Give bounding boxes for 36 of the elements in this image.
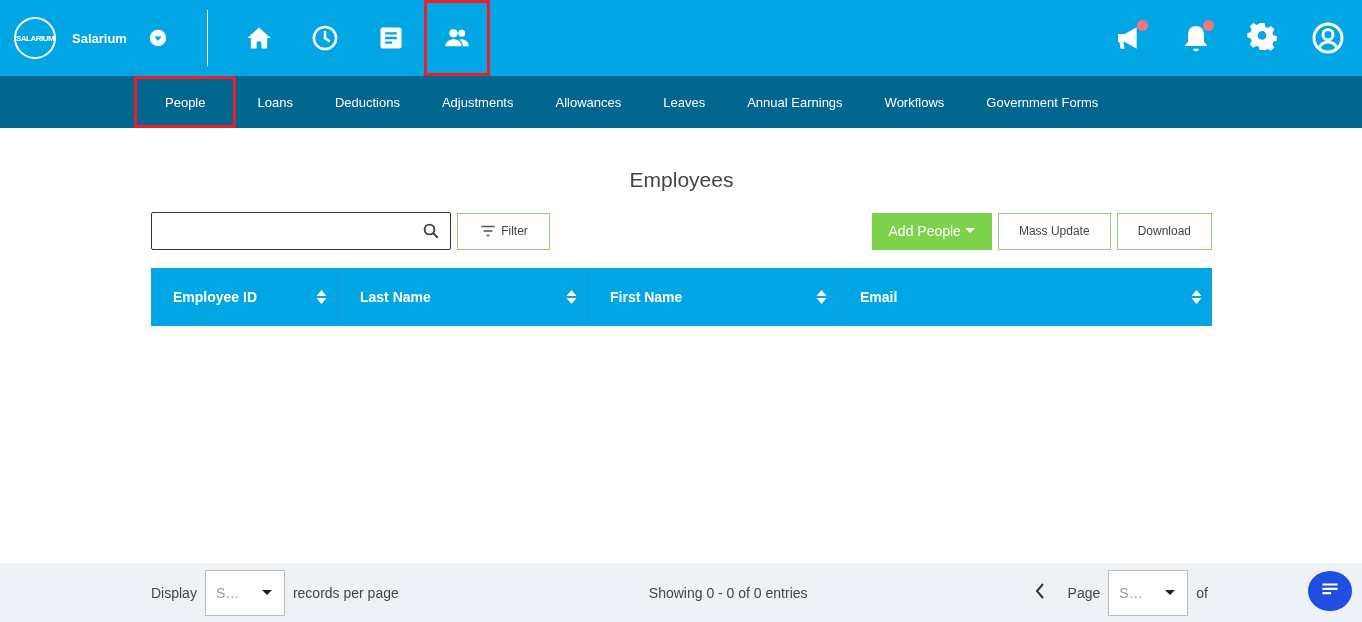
nav-tab[interactable]: Leaves (642, 76, 727, 128)
dropdown-icon[interactable] (148, 29, 167, 47)
display-label: Display (151, 584, 197, 601)
chat-button[interactable] (1308, 571, 1352, 611)
sort-icon (1191, 290, 1202, 304)
search-icon (422, 222, 440, 240)
toolbar-button[interactable]: Mass Update (997, 212, 1111, 250)
sort-icon (316, 290, 327, 304)
nav-tab[interactable]: Adjustments (420, 76, 535, 128)
nav-tab[interactable]: Loans (236, 76, 314, 128)
nav-tab[interactable]: Deductions (313, 76, 421, 128)
caret-icon (1165, 589, 1176, 596)
search-field[interactable] (151, 212, 451, 250)
records-label: records per page (292, 584, 399, 601)
nav-tab[interactable]: Government Forms (965, 76, 1120, 128)
company-name: Salarium (72, 30, 127, 46)
page-title: Employees (628, 168, 735, 192)
filter-button[interactable]: Filter (457, 212, 550, 250)
settings-icon (1246, 22, 1278, 54)
nav-tab[interactable]: Annual Earnings (726, 76, 864, 128)
caret-icon (964, 228, 975, 234)
nav-tab[interactable]: Workflows (863, 76, 966, 128)
chevron-left-icon (1034, 583, 1045, 599)
toolbar-button[interactable]: Download (1116, 212, 1212, 250)
account-icon (1312, 22, 1344, 54)
clock-icon (310, 24, 339, 52)
of-label: of (1196, 584, 1208, 601)
logo: SALARIUM (14, 17, 56, 59)
entries-summary: Showing 0 - 0 of 0 entries (648, 584, 808, 601)
nav-tab[interactable]: People (134, 76, 237, 128)
page-label: Page (1067, 584, 1101, 601)
sort-icon (566, 290, 577, 304)
nav-tab[interactable] (423, 0, 490, 76)
caret-icon (261, 589, 272, 596)
nav-tab[interactable]: Allowances (534, 76, 643, 128)
sort-icon (816, 290, 827, 304)
